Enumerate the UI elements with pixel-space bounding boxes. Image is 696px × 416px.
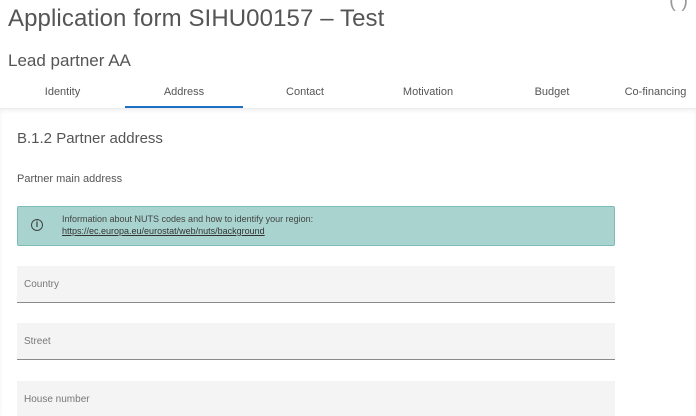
info-circle-icon: i <box>31 219 43 231</box>
tab-co-financing[interactable]: Co-financing <box>615 78 696 106</box>
tab-identity[interactable]: Identity <box>0 78 125 106</box>
info-text: Information about NUTS codes and how to … <box>62 214 314 224</box>
tab-motivation[interactable]: Motivation <box>367 78 489 106</box>
tab-contact[interactable]: Contact <box>243 78 367 106</box>
partner-address-card: B.1.2 Partner address Partner main addre… <box>0 108 696 416</box>
application-form-page: ( ) Application form SIHU00157 – Test Le… <box>0 0 696 416</box>
nuts-link[interactable]: https://ec.europa.eu/eurostat/web/nuts/b… <box>62 225 265 237</box>
section-title: B.1.2 Partner address <box>17 130 163 147</box>
nuts-info-box: i Information about NUTS codes and how t… <box>17 206 615 246</box>
house-number-field-label: House number <box>24 394 90 405</box>
partner-subtitle: Lead partner AA <box>8 51 131 70</box>
tab-address[interactable]: Address <box>125 78 243 108</box>
street-field[interactable]: Street <box>17 323 615 360</box>
street-field-label: Street <box>24 336 51 347</box>
help-icon[interactable]: ( ) <box>669 0 688 13</box>
main-address-label: Partner main address <box>17 173 123 185</box>
tab-bar: Identity Address Contact Motivation Budg… <box>0 78 696 108</box>
house-number-field[interactable]: House number <box>17 381 615 416</box>
page-title: Application form SIHU00157 – Test <box>8 5 385 32</box>
country-field[interactable]: Country <box>17 266 615 303</box>
country-field-label: Country <box>24 279 60 290</box>
tab-budget[interactable]: Budget <box>489 78 615 106</box>
